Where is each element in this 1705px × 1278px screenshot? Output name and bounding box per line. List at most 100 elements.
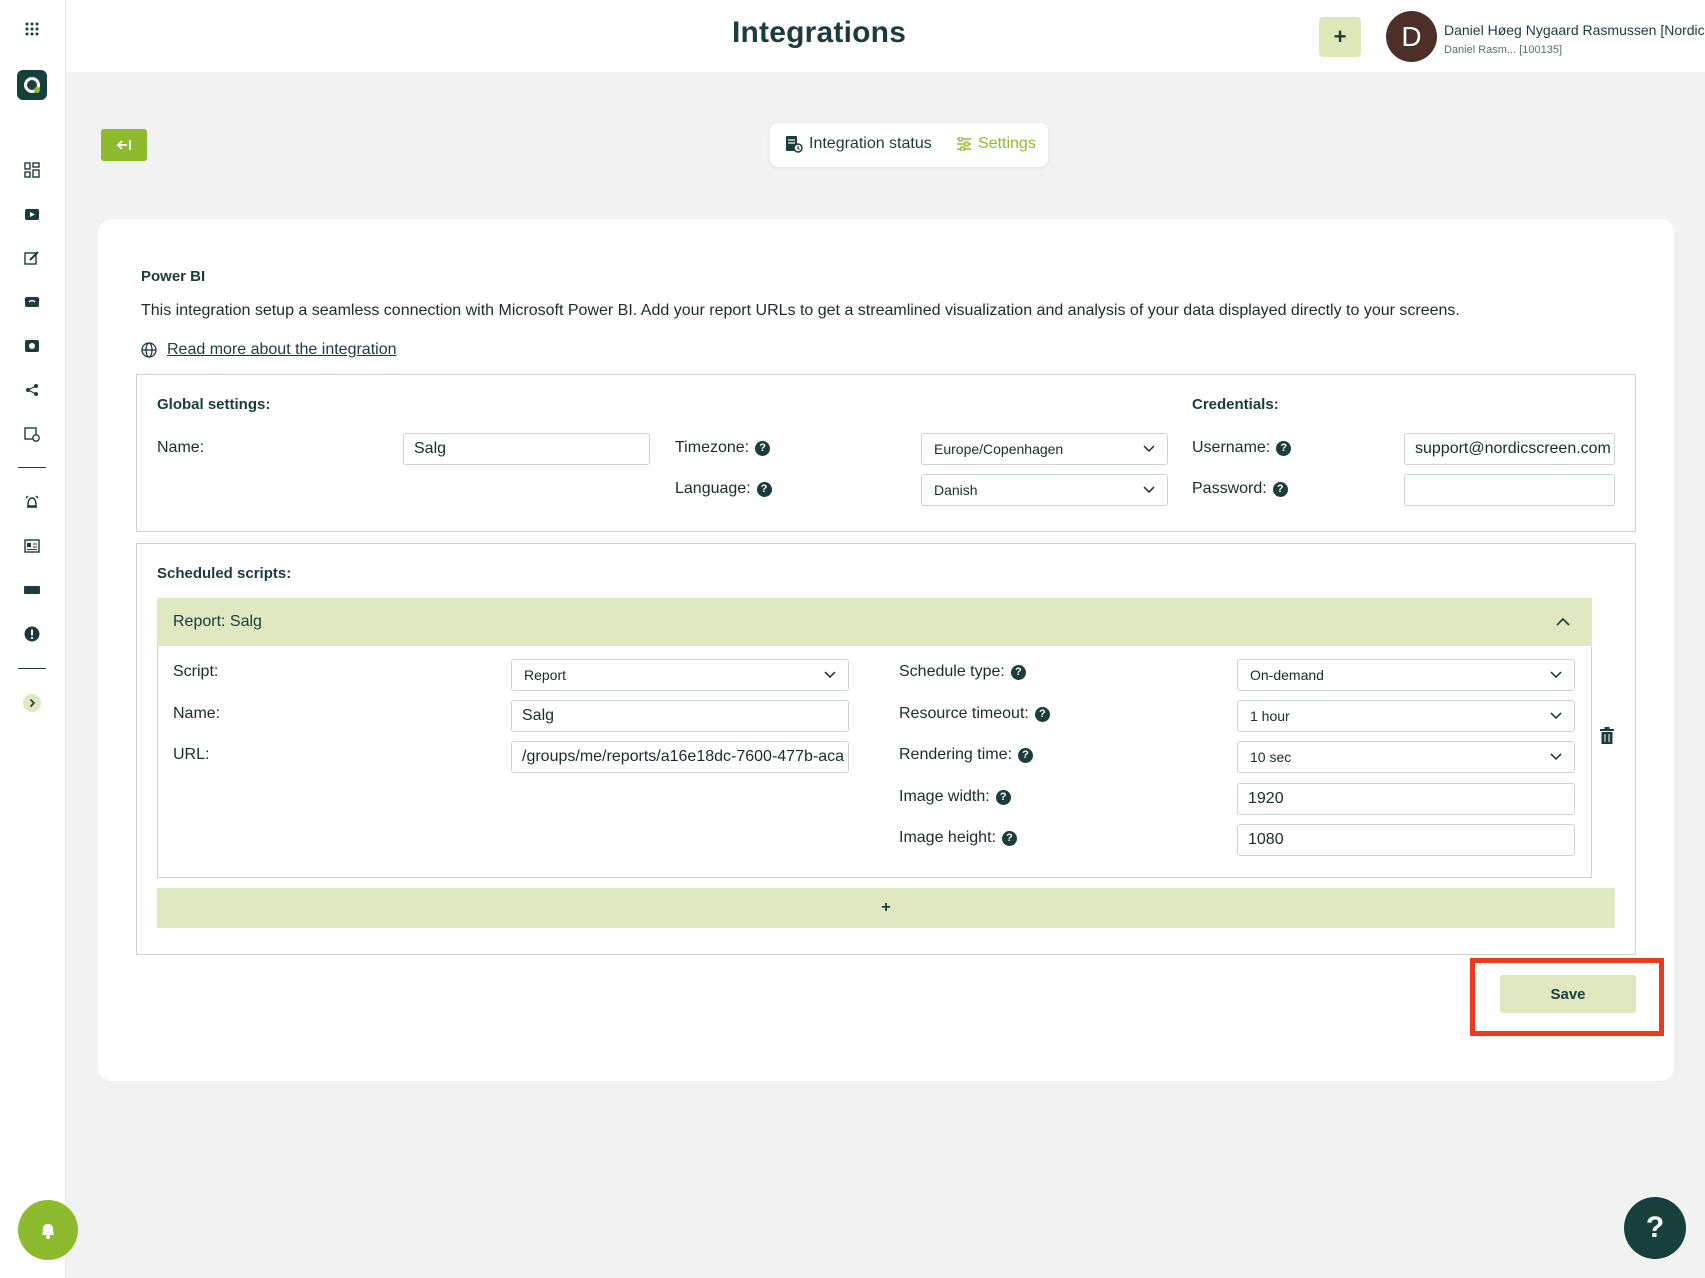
read-more-label: Read more about the integration bbox=[167, 341, 397, 358]
grid-menu-icon[interactable] bbox=[17, 14, 47, 44]
help-icon[interactable]: ? bbox=[1034, 706, 1050, 722]
tab-settings-label: Settings bbox=[978, 135, 1036, 152]
timezone-label-text: Timezone: bbox=[675, 439, 750, 456]
chevron-down-icon bbox=[1550, 712, 1562, 720]
sidebar-divider bbox=[18, 668, 46, 669]
url-input[interactable]: /groups/me/reports/a16e18dc-7600-477b-ac… bbox=[511, 741, 849, 773]
chevron-up-icon[interactable] bbox=[1556, 617, 1570, 626]
alarm-icon[interactable] bbox=[17, 487, 47, 517]
scheduled-scripts-heading: Scheduled scripts: bbox=[157, 565, 292, 582]
sidebar bbox=[0, 0, 78, 1278]
avatar[interactable]: D bbox=[1386, 11, 1437, 62]
global-settings-heading: Global settings: bbox=[157, 396, 271, 413]
help-icon[interactable]: ? bbox=[1276, 440, 1292, 456]
share-icon[interactable] bbox=[17, 375, 47, 405]
username-label-text: Username: bbox=[1192, 439, 1271, 456]
alert-icon[interactable] bbox=[17, 619, 47, 649]
help-icon[interactable]: ? bbox=[1010, 664, 1026, 680]
image-width-input[interactable]: 1920 bbox=[1237, 783, 1575, 815]
help-icon[interactable]: ? bbox=[755, 440, 771, 456]
dashboard-icon[interactable] bbox=[17, 155, 47, 185]
read-more-link[interactable]: Read more about the integration bbox=[141, 341, 396, 359]
resource-timeout-label-text: Resource timeout: bbox=[899, 705, 1029, 722]
help-icon[interactable]: ? bbox=[1001, 830, 1017, 846]
notifications-button[interactable] bbox=[18, 1200, 78, 1260]
integration-name-input[interactable]: Salg bbox=[403, 433, 650, 465]
page-title: Integrations bbox=[732, 16, 907, 49]
help-icon[interactable]: ? bbox=[756, 481, 772, 497]
chevron-down-icon bbox=[1143, 445, 1155, 453]
top-bar: Integrations + D Daniel Høeg Nygaard Ras… bbox=[66, 0, 1705, 72]
image-height-input[interactable]: 1080 bbox=[1237, 824, 1575, 856]
username-input[interactable]: support@nordicscreen.com bbox=[1404, 433, 1615, 465]
user-account: Daniel Rasm... [100135] bbox=[1444, 44, 1563, 56]
display-icon[interactable] bbox=[17, 575, 47, 605]
tab-settings[interactable]: Settings bbox=[956, 135, 1036, 153]
image-width-label: Image width: ? bbox=[899, 788, 1011, 806]
timezone-select[interactable]: Europe/Copenhagen bbox=[921, 433, 1168, 465]
report-name-input[interactable]: Salg bbox=[511, 700, 849, 732]
report-title: Report: Salg bbox=[173, 613, 262, 630]
credentials-heading: Credentials: bbox=[1192, 396, 1279, 413]
rendering-time-value: 10 sec bbox=[1250, 749, 1292, 765]
report-name-label: Name: bbox=[173, 705, 221, 722]
script-label: Script: bbox=[173, 663, 219, 680]
chevron-down-icon bbox=[1550, 753, 1562, 761]
language-label: Language: ? bbox=[675, 480, 772, 498]
rendering-time-label-text: Rendering time: bbox=[899, 746, 1012, 763]
schedule-type-label-text: Schedule type: bbox=[899, 663, 1005, 680]
chevron-down-icon bbox=[1143, 486, 1155, 494]
script-value: Report bbox=[524, 667, 567, 683]
globe-icon bbox=[141, 342, 157, 358]
save-highlight-box bbox=[1470, 958, 1664, 1036]
schedule-icon[interactable] bbox=[17, 419, 47, 449]
password-label: Password: ? bbox=[1192, 480, 1288, 498]
help-icon[interactable]: ? bbox=[1272, 481, 1288, 497]
schedule-type-label: Schedule type: ? bbox=[899, 663, 1026, 681]
name-label: Name: bbox=[157, 439, 205, 456]
password-input[interactable] bbox=[1404, 474, 1615, 506]
image-width-label-text: Image width: bbox=[899, 788, 990, 805]
timezone-label: Timezone: ? bbox=[675, 439, 771, 457]
player-icon[interactable] bbox=[17, 199, 47, 229]
chevron-down-icon bbox=[1550, 671, 1562, 679]
rendering-time-select[interactable]: 10 sec bbox=[1237, 741, 1575, 773]
help-button[interactable]: ? bbox=[1624, 1197, 1686, 1259]
resource-timeout-value: 1 hour bbox=[1250, 708, 1290, 724]
image-height-label: Image height: ? bbox=[899, 829, 1017, 847]
script-select[interactable]: Report bbox=[511, 659, 849, 691]
language-label-text: Language: bbox=[675, 480, 751, 497]
resource-timeout-label: Resource timeout: ? bbox=[899, 705, 1050, 723]
timezone-value: Europe/Copenhagen bbox=[934, 441, 1064, 457]
resource-timeout-select[interactable]: 1 hour bbox=[1237, 700, 1575, 732]
image-height-label-text: Image height: bbox=[899, 829, 996, 846]
help-icon[interactable]: ? bbox=[1017, 747, 1033, 763]
media-icon[interactable] bbox=[17, 287, 47, 317]
add-button[interactable]: + bbox=[1319, 17, 1361, 57]
expand-icon[interactable] bbox=[17, 688, 47, 718]
app-logo[interactable] bbox=[17, 70, 47, 100]
rendering-time-label: Rendering time: ? bbox=[899, 746, 1033, 764]
back-button[interactable] bbox=[101, 129, 147, 161]
playlist-icon[interactable] bbox=[17, 331, 47, 361]
tab-integration-status-label: Integration status bbox=[809, 135, 932, 152]
integration-title: Power BI bbox=[141, 268, 206, 285]
edit-icon[interactable] bbox=[17, 243, 47, 273]
schedule-type-value: On-demand bbox=[1250, 667, 1324, 683]
add-script-button[interactable]: + bbox=[157, 888, 1615, 928]
language-value: Danish bbox=[934, 482, 978, 498]
url-label: URL: bbox=[173, 746, 210, 763]
integration-description: This integration setup a seamless connec… bbox=[141, 302, 1460, 319]
report-accordion-header[interactable]: Report: Salg bbox=[157, 598, 1592, 646]
tab-bar: Integration status Settings bbox=[770, 123, 1048, 167]
schedule-type-select[interactable]: On-demand bbox=[1237, 659, 1575, 691]
back-arrow-icon bbox=[116, 140, 131, 150]
help-icon[interactable]: ? bbox=[995, 789, 1011, 805]
news-icon[interactable] bbox=[17, 531, 47, 561]
sidebar-divider bbox=[18, 467, 46, 468]
username-label: Username: ? bbox=[1192, 439, 1292, 457]
language-select[interactable]: Danish bbox=[921, 474, 1168, 506]
trash-icon[interactable] bbox=[1600, 727, 1614, 749]
tab-integration-status[interactable]: Integration status bbox=[785, 135, 932, 153]
user-name[interactable]: Daniel Høeg Nygaard Rasmussen [NordicScr… bbox=[1444, 22, 1705, 38]
